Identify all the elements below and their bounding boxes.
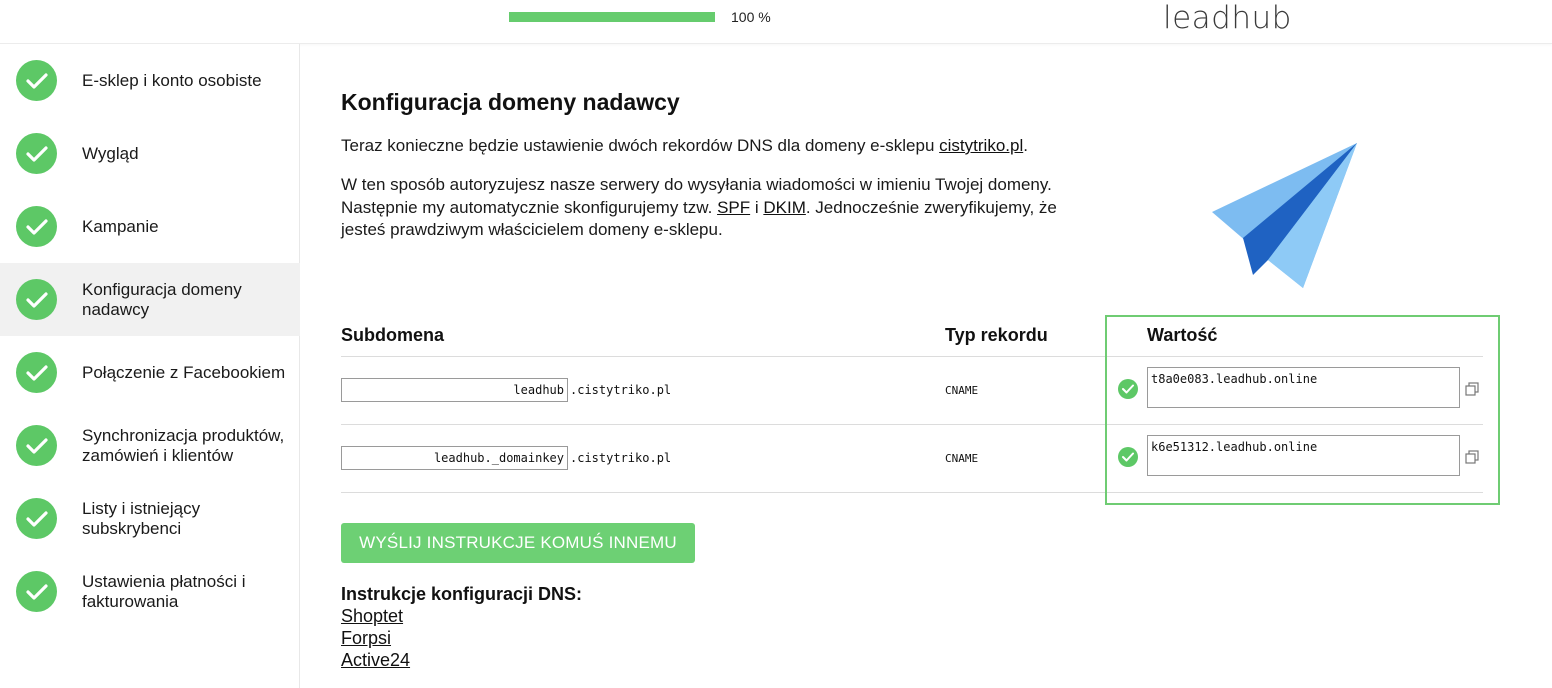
sidebar-item-lists[interactable]: Listy i istniejący subskrybenci [0,482,300,555]
progress-fill [509,12,715,22]
domain-suffix: .cistytriko.pl [570,383,672,397]
intro-text-end: . [1023,136,1028,155]
dns-link-active24[interactable]: Active24 [341,650,410,671]
check-circle-icon [16,571,57,612]
subdomain-field[interactable]: leadhub._domainkey [341,446,568,470]
check-circle-icon [16,133,57,174]
sidebar: E-sklep i konto osobiste Wygląd Kampanie… [0,44,300,688]
dns-link-shoptet[interactable]: Shoptet [341,606,403,627]
sidebar-item-sync[interactable]: Synchronizacja produktów, zamówień i kli… [0,409,300,482]
sidebar-item-label: Synchronizacja produktów, zamówień i kli… [82,425,285,465]
sidebar-item-label: Konfiguracja domeny nadawcy [82,279,242,319]
column-header-record-type: Typ rekordu [945,325,1048,345]
subdomain-field[interactable]: leadhub [341,378,568,402]
sidebar-item-label: Kampanie [82,216,159,236]
sidebar-item-eshop[interactable]: E-sklep i konto osobiste [0,44,300,117]
check-circle-icon [16,60,57,101]
record-type: CNAME [945,452,979,465]
sidebar-item-label: Ustawienia płatności i fakturowania [82,571,246,611]
domain-suffix: .cistytriko.pl [570,451,672,465]
leadhub-logo[interactable]: leadhub [1163,0,1292,36]
sidebar-item-campaigns[interactable]: Kampanie [0,190,300,263]
sidebar-item-sender-domain[interactable]: Konfiguracja domeny nadawcy [0,263,300,336]
explanation-text: W ten sposób autoryzujesz nasze serwery … [341,174,1057,242]
page-title: Konfiguracja domeny nadawcy [341,89,680,115]
intro-text: Teraz konieczne będzie ustawienie dwóch … [341,135,1028,158]
dkim-link[interactable]: DKIM [763,198,806,217]
check-circle-icon [16,352,57,393]
check-circle-icon [16,498,57,539]
column-header-subdomain: Subdomena [341,325,445,345]
explanation-line-1: W ten sposób autoryzujesz nasze serwery … [341,175,1052,194]
paper-plane-icon [1212,143,1357,288]
top-bar: 100 % leadhub [0,0,1552,44]
send-instructions-button[interactable]: WYŚLIJ INSTRUKCJE KOMUŚ INNEMU [341,523,695,563]
check-circle-icon [16,206,57,247]
value-column-highlight [1105,315,1500,505]
sidebar-item-label: Wygląd [82,143,139,163]
dns-instructions-heading: Instrukcje konfiguracji DNS: [341,584,583,604]
sidebar-item-label: Listy i istniejący subskrybenci [82,498,201,538]
spf-link[interactable]: SPF [717,198,750,217]
record-type: CNAME [945,384,979,397]
progress-bar [509,12,715,22]
intro-text-start: Teraz konieczne będzie ustawienie dwóch … [341,136,940,155]
check-circle-icon [16,279,57,320]
explanation-line-3: jesteś prawdziwym właścicielem domeny e-… [341,220,723,239]
dns-link-forpsi[interactable]: Forpsi [341,628,391,649]
explanation-and: i [750,197,764,217]
sidebar-item-billing[interactable]: Ustawienia płatności i fakturowania [0,555,300,628]
explanation-line-2-end: . Jednocześnie zweryfikujemy, że [805,197,1057,217]
check-circle-icon [16,425,57,466]
sidebar-item-label: E-sklep i konto osobiste [82,70,262,90]
progress-label: 100 % [731,9,771,25]
explanation-line-2-start: Następnie my automatycznie skonfigurujem… [341,197,718,217]
sidebar-item-label: Połączenie z Facebookiem [82,362,286,382]
domain-link[interactable]: cistytriko.pl [939,136,1023,155]
sidebar-item-facebook[interactable]: Połączenie z Facebookiem [0,336,300,409]
sidebar-item-appearance[interactable]: Wygląd [0,117,300,190]
